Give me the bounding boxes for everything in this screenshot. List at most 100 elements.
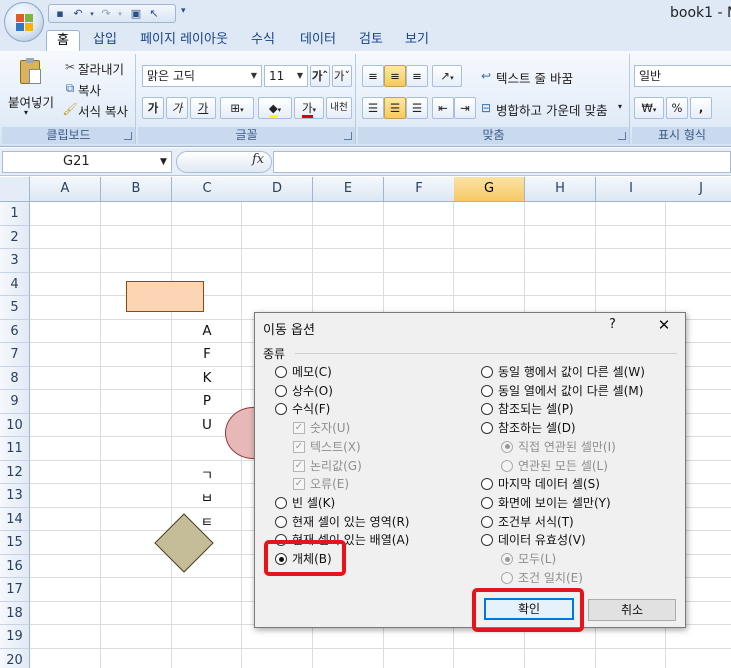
column-header-j[interactable]: J: [666, 177, 731, 202]
decrease-indent-button[interactable]: ⇤: [432, 97, 454, 119]
chevron-down-icon[interactable]: ▼: [160, 157, 167, 167]
tab-data[interactable]: 데이터: [292, 30, 344, 51]
cell-c12[interactable]: ㄱ: [172, 464, 242, 484]
row-header-9[interactable]: 9: [0, 390, 30, 414]
align-right-button[interactable]: ☰: [406, 97, 428, 119]
align-middle-button[interactable]: ≡: [384, 65, 406, 87]
column-header-a[interactable]: A: [30, 177, 101, 202]
insert-function-icon[interactable]: fx: [252, 152, 264, 167]
column-header-g[interactable]: G: [454, 177, 525, 202]
comma-button[interactable]: ,: [690, 97, 712, 119]
paste-icon: [20, 58, 41, 84]
align-center-icon: ☰: [389, 101, 401, 115]
row-header-15[interactable]: 15: [0, 531, 30, 555]
row-header-3[interactable]: 3: [0, 249, 30, 273]
font-size-combo[interactable]: 11 ▼: [264, 65, 308, 87]
align-top-button[interactable]: ≡: [362, 65, 384, 87]
tab-page-layout[interactable]: 페이지 레이아웃: [134, 30, 234, 51]
currency-button[interactable]: ₩▾: [634, 97, 664, 119]
italic-button[interactable]: 가: [166, 97, 188, 119]
tab-insert[interactable]: 삽입: [84, 30, 126, 51]
column-header-d[interactable]: D: [242, 177, 313, 202]
grow-font-button[interactable]: 가ˆ: [310, 65, 330, 87]
font-launcher-icon[interactable]: [344, 132, 352, 140]
pointer-icon[interactable]: ↖: [147, 7, 161, 21]
row-header-10[interactable]: 10: [0, 413, 30, 437]
align-center-button[interactable]: ☰: [384, 97, 406, 119]
format-painter-button[interactable]: 서식 복사: [78, 101, 128, 120]
row-header-2[interactable]: 2: [0, 225, 30, 249]
font-name-combo[interactable]: 맑은 고딕 ▼: [142, 65, 262, 87]
row-header-16[interactable]: 16: [0, 554, 30, 578]
customize-qat-icon[interactable]: ▾: [181, 6, 186, 16]
row-header-20[interactable]: 20: [0, 648, 30, 668]
cell-c8[interactable]: K: [172, 370, 242, 386]
orientation-button[interactable]: ↗▾: [432, 65, 462, 87]
help-button[interactable]: ?: [609, 317, 616, 332]
number-format-combo[interactable]: 일반: [634, 65, 731, 87]
chevron-down-icon[interactable]: ▼: [293, 66, 307, 86]
cut-button[interactable]: 잘라내기: [78, 59, 124, 78]
column-header-h[interactable]: H: [525, 177, 596, 202]
column-header-i[interactable]: I: [596, 177, 667, 202]
phonetic-button[interactable]: 내천: [326, 97, 352, 119]
row-header-18[interactable]: 18: [0, 601, 30, 625]
row-header-7[interactable]: 7: [0, 343, 30, 367]
underline-button[interactable]: 가: [190, 97, 216, 119]
name-box[interactable]: G21: [2, 151, 172, 173]
percent-button[interactable]: %: [666, 97, 688, 119]
chevron-down-icon[interactable]: ▼: [247, 66, 261, 86]
increase-indent-button[interactable]: ⇥: [454, 97, 476, 119]
cell-c6[interactable]: A: [172, 323, 242, 339]
save-icon[interactable]: ▪: [53, 7, 67, 21]
rectangle-shape[interactable]: [126, 281, 204, 312]
formula-input[interactable]: [273, 151, 731, 173]
merge-center-button[interactable]: 병합하고 가운데 맞춤: [496, 100, 607, 119]
wrap-text-button[interactable]: 텍스트 줄 바꿈: [496, 68, 573, 87]
column-header-c[interactable]: C: [172, 177, 243, 202]
tab-view[interactable]: 보기: [396, 30, 438, 51]
clipboard-launcher-icon[interactable]: [124, 132, 132, 140]
row-header-14[interactable]: 14: [0, 507, 30, 531]
print-preview-icon[interactable]: ▣: [129, 7, 143, 21]
tab-home[interactable]: 홈: [46, 30, 80, 51]
undo-icon[interactable]: ↶: [71, 7, 85, 21]
tab-review[interactable]: 검토: [350, 30, 392, 51]
fill-color-button[interactable]: ◆▾: [258, 97, 292, 119]
row-header-6[interactable]: 6: [0, 319, 30, 343]
office-button[interactable]: [4, 2, 44, 42]
select-all-corner[interactable]: [0, 177, 30, 202]
bold-button[interactable]: 가: [142, 97, 164, 119]
row-header-1[interactable]: 1: [0, 202, 30, 226]
align-bottom-button[interactable]: ≡: [406, 65, 428, 87]
alignment-launcher-icon[interactable]: [618, 132, 626, 140]
tab-formulas[interactable]: 수식: [240, 30, 286, 51]
option-label: 연관된 모든 셀(L): [518, 458, 608, 473]
cell-c13[interactable]: ㅂ: [172, 487, 242, 507]
borders-button[interactable]: ⊞▾: [220, 97, 254, 119]
copy-button[interactable]: 복사: [78, 80, 101, 99]
cell-c7[interactable]: F: [172, 346, 242, 362]
column-header-f[interactable]: F: [384, 177, 455, 202]
row-header-17[interactable]: 17: [0, 578, 30, 602]
align-left-button[interactable]: ☰: [362, 97, 384, 119]
row-header-13[interactable]: 13: [0, 484, 30, 508]
close-button[interactable]: ✕: [653, 315, 675, 335]
row-header-4[interactable]: 4: [0, 272, 30, 296]
cancel-button[interactable]: 취소: [588, 599, 676, 621]
column-header-e[interactable]: E: [313, 177, 384, 202]
redo-icon[interactable]: ↷: [99, 7, 113, 21]
row-header-8[interactable]: 8: [0, 366, 30, 390]
undo-dropdown-icon[interactable]: ▾: [85, 7, 99, 21]
shrink-font-button[interactable]: 가ˇ: [332, 65, 352, 87]
paste-button[interactable]: 붙여넣기 ▾: [8, 56, 54, 118]
row-header-12[interactable]: 12: [0, 460, 30, 484]
chevron-down-icon[interactable]: ▾: [618, 102, 622, 111]
font-color-button[interactable]: 가▾: [294, 97, 324, 119]
cell-c9[interactable]: P: [172, 393, 242, 409]
row-header-5[interactable]: 5: [0, 296, 30, 320]
column-header-b[interactable]: B: [101, 177, 172, 202]
row-header-19[interactable]: 19: [0, 625, 30, 649]
redo-dropdown-icon[interactable]: ▾: [113, 7, 127, 21]
row-header-11[interactable]: 11: [0, 437, 30, 461]
